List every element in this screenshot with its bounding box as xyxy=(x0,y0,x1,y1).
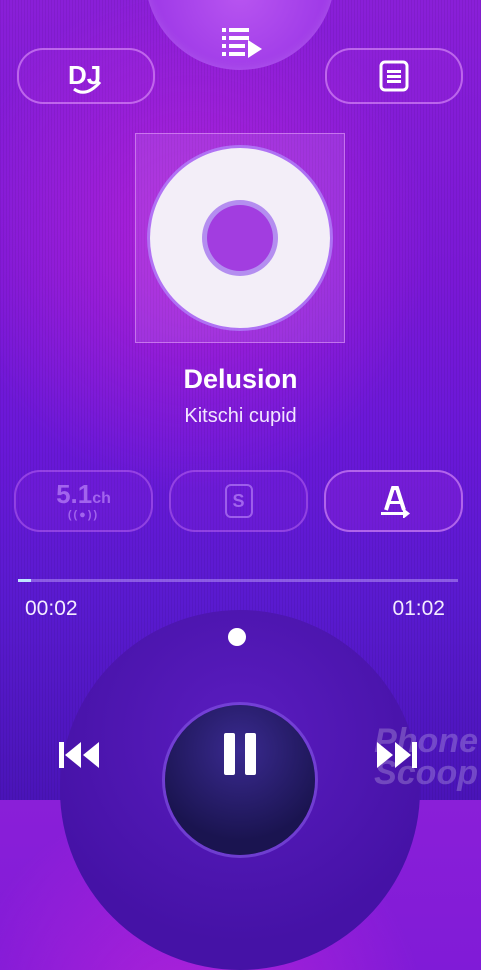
pause-icon xyxy=(222,733,258,775)
s-icon: S xyxy=(224,484,253,518)
list-icon xyxy=(379,60,409,92)
menu-button[interactable] xyxy=(325,48,463,104)
track-title: Delusion xyxy=(183,364,298,394)
dj-button[interactable]: DJ xyxy=(17,48,155,104)
text-style-button[interactable] xyxy=(324,470,463,532)
effect-s-button[interactable]: S xyxy=(169,470,308,532)
skip-previous-icon[interactable] xyxy=(57,738,101,772)
watermark: Phone Scoop xyxy=(374,722,478,792)
pause-button[interactable] xyxy=(165,705,315,855)
album-art xyxy=(135,133,345,343)
text-style-icon xyxy=(380,486,410,518)
playlist-icon[interactable] xyxy=(220,26,264,62)
elapsed-time: 00:02 xyxy=(25,597,78,620)
progress-bar[interactable] xyxy=(18,579,458,582)
disc-icon xyxy=(150,148,330,328)
dj-icon: DJ xyxy=(68,60,101,94)
total-time: 01:02 xyxy=(392,597,445,620)
surround-button[interactable]: 5.1ch ((●)) xyxy=(14,470,153,532)
page-indicator xyxy=(228,628,246,646)
surround-icon: 5.1ch ((●)) xyxy=(56,479,111,521)
track-artist: Kitschi cupid xyxy=(184,405,297,427)
progress-fill xyxy=(18,579,32,582)
